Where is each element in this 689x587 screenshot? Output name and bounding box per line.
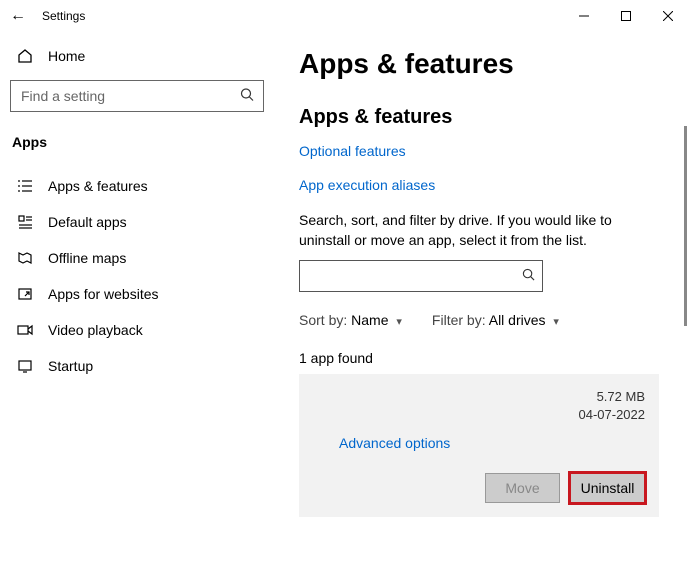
- optional-features-link[interactable]: Optional features: [299, 143, 659, 159]
- page-title: Apps & features: [299, 48, 659, 80]
- sidebar-category: Apps: [10, 134, 264, 168]
- sidebar-home[interactable]: Home: [10, 40, 264, 72]
- window-title: Settings: [42, 9, 85, 23]
- advanced-options-link[interactable]: Advanced options: [339, 435, 645, 451]
- chevron-down-icon: ▾: [553, 316, 559, 328]
- sidebar-item-startup[interactable]: Startup: [10, 348, 264, 384]
- window-controls: [563, 2, 689, 30]
- sidebar-item-label: Apps & features: [48, 178, 148, 194]
- app-search-input[interactable]: [299, 260, 543, 292]
- sidebar: Home Apps Apps & features Default apps: [0, 32, 275, 587]
- sidebar-item-apps-for-websites[interactable]: Apps for websites: [10, 276, 264, 312]
- app-size: 5.72 MB: [579, 388, 646, 406]
- sidebar-item-video-playback[interactable]: Video playback: [10, 312, 264, 348]
- sort-by-dropdown[interactable]: Sort by: Name ▾: [299, 312, 402, 328]
- filter-label: Filter by:: [432, 312, 486, 328]
- close-button[interactable]: [647, 2, 689, 30]
- sidebar-item-label: Default apps: [48, 214, 127, 230]
- map-icon: [16, 250, 34, 266]
- minimize-button[interactable]: [563, 2, 605, 30]
- scrollbar[interactable]: [684, 126, 687, 326]
- sidebar-home-label: Home: [48, 48, 85, 64]
- search-icon: [240, 88, 254, 105]
- sort-value: Name: [351, 312, 388, 328]
- websites-icon: [16, 286, 34, 302]
- startup-icon: [16, 358, 34, 374]
- filter-by-dropdown[interactable]: Filter by: All drives ▾: [432, 312, 559, 328]
- help-text: Search, sort, and filter by drive. If yo…: [299, 211, 659, 250]
- sidebar-item-label: Video playback: [48, 322, 143, 338]
- app-count: 1 app found: [299, 350, 659, 366]
- maximize-button[interactable]: [605, 2, 647, 30]
- home-icon: [16, 48, 34, 64]
- default-apps-icon: [16, 214, 34, 230]
- sort-label: Sort by:: [299, 312, 347, 328]
- search-input[interactable]: [10, 80, 264, 112]
- sidebar-item-offline-maps[interactable]: Offline maps: [10, 240, 264, 276]
- section-title: Apps & features: [299, 106, 659, 129]
- sidebar-item-label: Startup: [48, 358, 93, 374]
- move-button[interactable]: Move: [485, 473, 560, 503]
- search-icon: [522, 268, 535, 284]
- app-card[interactable]: 5.72 MB 04-07-2022 Advanced options Move…: [299, 374, 659, 516]
- sidebar-item-default-apps[interactable]: Default apps: [10, 204, 264, 240]
- sidebar-item-label: Offline maps: [48, 250, 126, 266]
- app-execution-aliases-link[interactable]: App execution aliases: [299, 177, 659, 193]
- uninstall-button[interactable]: Uninstall: [570, 473, 645, 503]
- video-icon: [16, 322, 34, 338]
- list-icon: [16, 178, 34, 194]
- titlebar: ← Settings: [0, 0, 689, 32]
- filter-value: All drives: [489, 312, 546, 328]
- back-icon[interactable]: ←: [10, 7, 26, 25]
- chevron-down-icon: ▾: [396, 316, 402, 328]
- sidebar-item-apps-features[interactable]: Apps & features: [10, 168, 264, 204]
- sidebar-item-label: Apps for websites: [48, 286, 159, 302]
- content: Apps & features Apps & features Optional…: [275, 32, 689, 587]
- app-date: 04-07-2022: [579, 406, 646, 424]
